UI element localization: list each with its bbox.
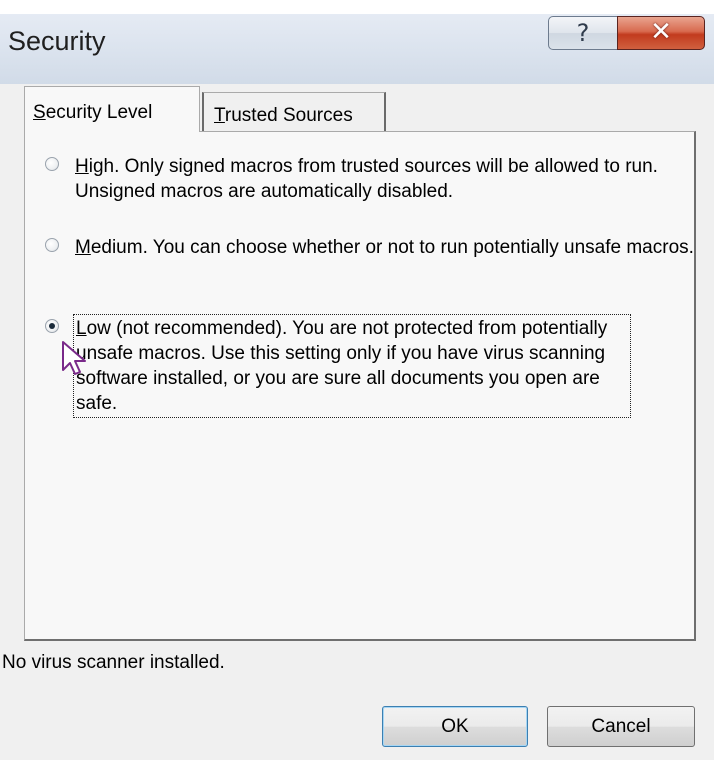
- option-high[interactable]: High. Only signed macros from trusted so…: [45, 154, 685, 214]
- option-medium[interactable]: Medium. You can choose whether or not to…: [45, 235, 694, 295]
- help-icon: ?: [576, 19, 590, 47]
- cancel-button[interactable]: Cancel: [547, 706, 695, 747]
- option-high-label: High. Only signed macros from trusted so…: [75, 154, 695, 204]
- title-bar[interactable]: Security ? ✕: [0, 0, 714, 84]
- option-low[interactable]: Low (not recommended). You are not prote…: [45, 314, 685, 426]
- ok-button[interactable]: OK: [382, 706, 528, 747]
- close-button[interactable]: ✕: [617, 16, 705, 50]
- radio-low[interactable]: [45, 319, 59, 333]
- title-bar-top-strip: [0, 0, 714, 14]
- radio-low-selected-dot: [49, 323, 55, 329]
- option-low-text: ow (not recommended). You are not protec…: [76, 318, 608, 414]
- tab-security-level-accel: S: [33, 102, 46, 123]
- radio-high[interactable]: [45, 157, 59, 171]
- window-title: Security: [8, 26, 106, 56]
- tab-trusted-sources[interactable]: Trusted Sources: [202, 92, 386, 132]
- security-level-panel: High. Only signed macros from trusted so…: [24, 131, 696, 641]
- help-button[interactable]: ?: [548, 16, 618, 50]
- tab-security-level[interactable]: Security Level: [24, 86, 200, 132]
- security-dialog: Security ? ✕ Security Level Trusted Sour…: [0, 0, 714, 760]
- tab-trusted-sources-accel: T: [214, 105, 225, 126]
- option-low-accel: L: [76, 318, 87, 339]
- option-medium-accel: M: [75, 237, 91, 258]
- option-high-text: igh. Only signed macros from trusted sou…: [75, 156, 658, 202]
- option-high-accel: H: [75, 156, 89, 177]
- tab-security-level-label: ecurity Level: [45, 102, 153, 123]
- virus-scanner-status: No virus scanner installed.: [2, 652, 225, 673]
- mouse-cursor-icon: [62, 341, 86, 375]
- option-medium-text: edium. You can choose whether or not to …: [90, 237, 694, 258]
- dialog-client-area: Security Level Trusted Sources High. Onl…: [0, 84, 714, 760]
- option-low-label: Low (not recommended). You are not prote…: [73, 314, 631, 418]
- option-medium-label: Medium. You can choose whether or not to…: [75, 235, 695, 260]
- tab-trusted-sources-label: rusted Sources: [224, 105, 353, 126]
- radio-medium[interactable]: [45, 238, 59, 252]
- close-icon: ✕: [650, 17, 672, 47]
